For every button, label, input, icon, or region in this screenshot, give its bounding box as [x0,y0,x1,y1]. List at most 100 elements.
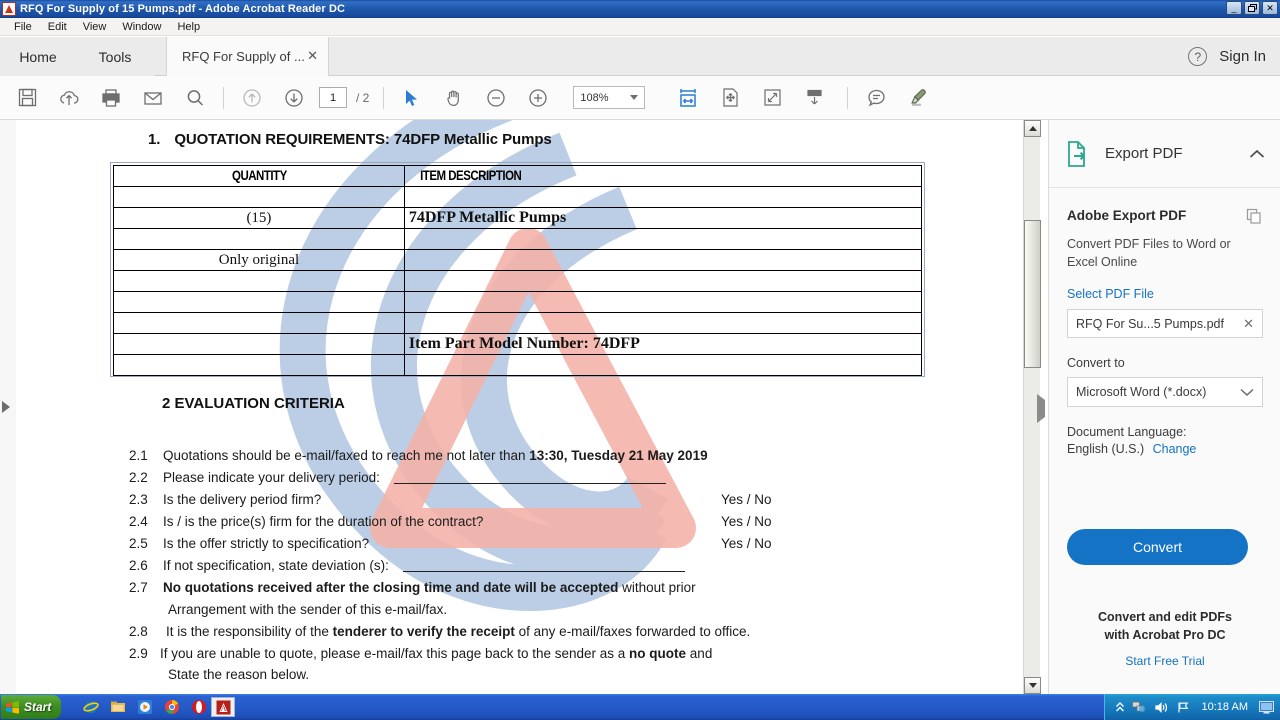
taskbar-item-acrobat[interactable]: A [211,697,236,717]
clear-file-icon[interactable]: ✕ [1243,316,1254,332]
tab-tools[interactable]: Tools [76,37,154,76]
table-row [113,312,923,334]
restore-button[interactable] [1244,1,1260,15]
clause-text-2-7: No quotations received after the closing… [163,580,696,595]
menu-bar: File Edit View Window Help [0,18,1280,36]
svg-text:A: A [220,704,226,713]
menu-edit[interactable]: Edit [40,20,75,34]
taskbar-clock[interactable]: 10:18 AM [1202,701,1248,713]
windows-taskbar: Start A 10:18 AM [0,694,1280,720]
minimize-button[interactable]: _ [1226,1,1242,15]
close-button[interactable]: ✕ [1262,1,1278,15]
start-button[interactable]: Start [1,695,62,719]
windows-logo-icon [6,700,19,714]
windows-explorer-icon[interactable] [110,699,126,715]
page-number-input[interactable]: 1 [319,87,347,108]
opera-icon[interactable] [191,699,207,715]
doc-heading-1: 1. QUOTATION REQUIREMENTS: 74DFP Metallic… [148,131,552,148]
network-icon[interactable] [1131,700,1147,714]
document-viewport[interactable]: 1. QUOTATION REQUIREMENTS: 74DFP Metallic… [0,120,1040,694]
flag-icon[interactable] [1176,701,1191,714]
save-icon[interactable] [6,76,48,120]
clause-text-2-7-cont: Arrangement with the sender of this e-ma… [168,602,448,617]
adobe-export-pdf-title: Adobe Export PDF [1067,208,1187,223]
next-page-icon[interactable] [273,76,315,120]
tray-expand-icon[interactable] [1115,701,1125,713]
upload-cloud-icon[interactable] [48,76,90,120]
search-icon[interactable] [174,76,216,120]
highlight-pen-icon[interactable] [897,76,939,120]
right-panel-expander[interactable] [1037,394,1047,423]
print-icon[interactable] [90,76,132,120]
zoom-in-icon[interactable] [517,76,559,120]
clause-number-2-4: 2.4 [129,514,148,529]
convert-button[interactable]: Convert [1067,529,1248,565]
chrome-icon[interactable] [164,699,180,715]
clause-answer-2-4: Yes / No [721,514,772,529]
chevron-right-icon [2,401,10,413]
start-label: Start [24,700,52,714]
zoom-level-select[interactable]: 108% [573,86,646,109]
navigation-pane-expander[interactable] [2,400,12,414]
select-cursor-icon[interactable] [391,76,433,120]
right-tools-panel: Export PDF Adobe Export PDF Convert PDF … [1048,120,1280,704]
menu-view[interactable]: View [75,20,115,34]
acrobat-reader-icon: A [216,700,231,714]
chevron-up-icon[interactable] [1249,149,1265,159]
clause-text-2-9-cont: State the reason below. [168,667,310,682]
start-free-trial-link[interactable]: Start Free Trial [1049,654,1280,668]
acrobat-reader-window: RFQ For Supply of 15 Pumps.pdf - Adobe A… [0,0,1280,720]
chevron-down-icon [630,95,639,100]
promo-line-2: with Acrobat Pro DC [1104,628,1226,643]
scroll-up-button[interactable] [1024,120,1041,137]
doc-heading-2: 2 EVALUATION CRITERIA [162,395,345,412]
scroll-down-button[interactable] [1024,677,1041,694]
comment-icon[interactable] [855,76,897,120]
signin-button[interactable]: Sign In [1219,48,1266,65]
internet-explorer-icon[interactable] [83,699,100,715]
convert-to-label: Convert to [1067,356,1125,371]
clause-text-2-1: Quotations should be e-mail/faxed to rea… [163,448,708,463]
menu-help[interactable]: Help [169,20,208,34]
tab-document[interactable]: RFQ For Supply of ... ✕ [166,37,329,76]
clause-number-2-6: 2.6 [129,558,148,573]
select-pdf-file-link[interactable]: Select PDF File [1067,287,1263,301]
copy-icon[interactable] [1246,208,1263,225]
email-icon[interactable] [132,76,174,120]
fill-in-line-2-6 [402,560,685,572]
table-row [113,270,923,292]
promo-line-1: Convert and edit PDFs [1097,610,1233,624]
pan-page-icon[interactable] [709,76,751,120]
clause-number-2-8: 2.8 [129,624,148,639]
hand-icon[interactable] [433,76,475,120]
doc-heading-1-text: QUOTATION REQUIREMENTS: 74DFP Metallic P… [174,131,552,148]
pdf-page: 1. QUOTATION REQUIREMENTS: 74DFP Metallic… [16,120,1023,694]
signin-area: ? Sign In [1188,37,1266,76]
volume-icon[interactable] [1154,701,1169,714]
scroll-page-icon[interactable] [793,76,835,120]
close-icon[interactable]: ✕ [307,49,318,62]
scrollbar-thumb[interactable] [1024,220,1041,368]
fit-page-icon[interactable] [751,76,793,120]
clause-text-2-2: Please indicate your delivery period: [163,470,666,485]
fit-width-icon[interactable] [667,76,709,120]
clause-text-2-8: It is the responsibility of the tenderer… [166,624,751,639]
help-icon[interactable]: ? [1188,47,1208,66]
table-header-description: ITEM DESCRIPTION [419,167,522,183]
selected-file-name: RFQ For Su...5 Pumps.pdf [1076,316,1224,331]
chevron-down-icon [1240,388,1254,397]
show-desktop-icon[interactable] [1259,700,1274,714]
tab-home[interactable]: Home [0,37,76,76]
change-language-link[interactable]: Change [1153,442,1197,456]
menu-window[interactable]: Window [114,20,169,34]
convert-to-select[interactable]: Microsoft Word (*.docx) [1067,377,1263,408]
toolbar-separator-1 [223,86,224,109]
menu-file[interactable]: File [6,20,40,34]
selected-file-box[interactable]: RFQ For Su...5 Pumps.pdf ✕ [1067,309,1263,339]
previous-page-icon[interactable] [231,76,273,120]
clause-text-2-5: Is the offer strictly to specification? [163,536,370,551]
export-pdf-header[interactable]: Export PDF [1049,120,1280,188]
media-player-icon[interactable] [137,699,153,715]
tab-strip: Home Tools RFQ For Supply of ... ✕ ? Sig… [0,37,1280,76]
zoom-out-icon[interactable] [475,76,517,120]
